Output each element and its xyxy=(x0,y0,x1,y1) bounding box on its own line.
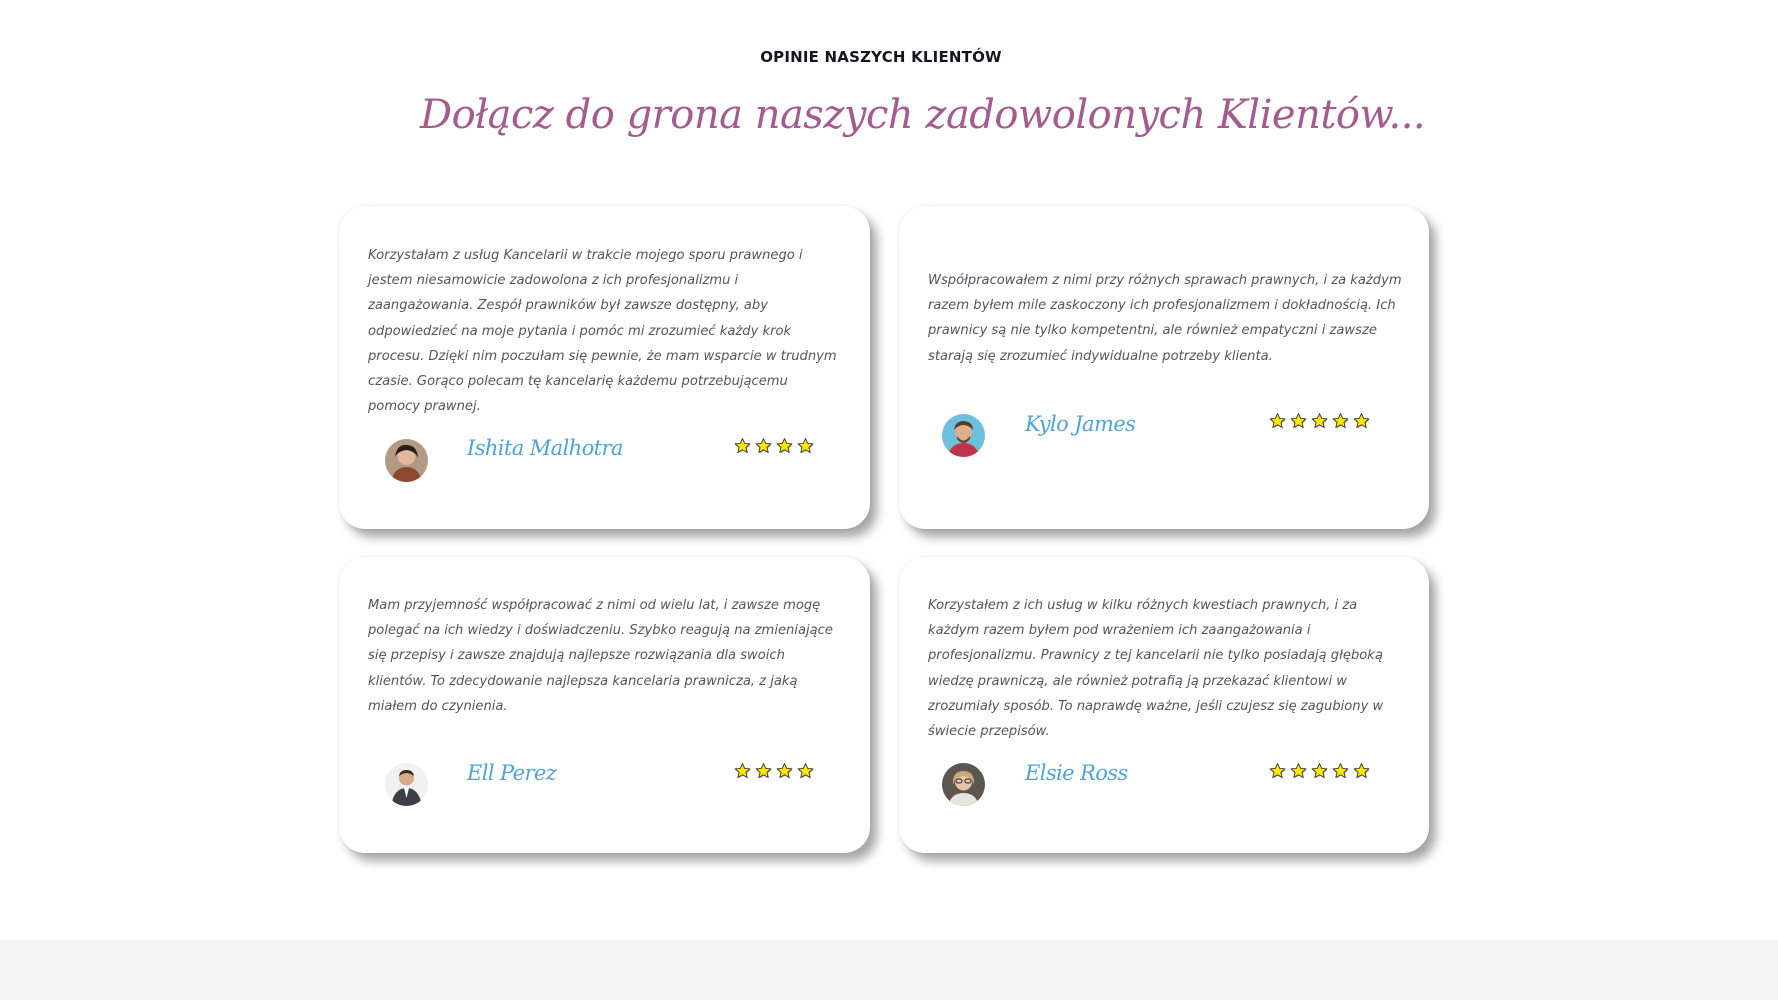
section-heading: Dołącz do grona naszych zadowolonych Kli… xyxy=(420,92,1426,138)
author-name: Kylo James xyxy=(1025,412,1136,436)
star-icon xyxy=(1268,762,1287,781)
star-icon xyxy=(1268,412,1287,431)
avatar xyxy=(385,763,428,806)
author-name: Elsie Ross xyxy=(1025,761,1128,785)
star-icon xyxy=(754,437,773,456)
author-name: Ishita Malhotra xyxy=(467,436,623,460)
author-name: Ell Perez xyxy=(467,761,557,785)
star-icon xyxy=(1310,412,1329,431)
avatar xyxy=(385,439,428,482)
star-icon xyxy=(796,762,815,781)
testimonial-card: Mam przyjemność współpracować z nimi od … xyxy=(339,557,870,853)
section-eyebrow: OPINIE NASZYCH KLIENTÓW xyxy=(760,48,1002,66)
star-icon xyxy=(775,437,794,456)
star-icon xyxy=(1310,762,1329,781)
testimonial-quote: Korzystałam z usług Kancelarii w trakcie… xyxy=(368,248,837,415)
star-icon xyxy=(775,762,794,781)
avatar xyxy=(942,763,985,806)
testimonial-quote: Mam przyjemność współpracować z nimi od … xyxy=(368,598,833,714)
avatar xyxy=(942,414,985,457)
star-icon xyxy=(1331,762,1350,781)
star-icon xyxy=(1352,412,1371,431)
rating-stars xyxy=(1268,762,1371,781)
testimonial-quote: Współpracowałem z nimi przy różnych spra… xyxy=(928,273,1402,364)
star-icon xyxy=(796,437,815,456)
testimonial-quote: Korzystałem z ich usług w kilku różnych … xyxy=(928,598,1384,740)
star-icon xyxy=(733,437,752,456)
rating-stars xyxy=(733,437,815,456)
rating-stars xyxy=(733,762,815,781)
star-icon xyxy=(1331,412,1350,431)
testimonial-card: Korzystałam z usług Kancelarii w trakcie… xyxy=(339,206,870,529)
star-icon xyxy=(733,762,752,781)
testimonials-page: OPINIE NASZYCH KLIENTÓW Dołącz do grona … xyxy=(0,0,1778,1000)
star-icon xyxy=(1352,762,1371,781)
star-icon xyxy=(1289,412,1308,431)
testimonial-card: Współpracowałem z nimi przy różnych spra… xyxy=(899,206,1429,529)
star-icon xyxy=(754,762,773,781)
footer-band xyxy=(0,940,1778,1000)
star-icon xyxy=(1289,762,1308,781)
testimonial-card: Korzystałem z ich usług w kilku różnych … xyxy=(899,557,1429,853)
rating-stars xyxy=(1268,412,1371,431)
